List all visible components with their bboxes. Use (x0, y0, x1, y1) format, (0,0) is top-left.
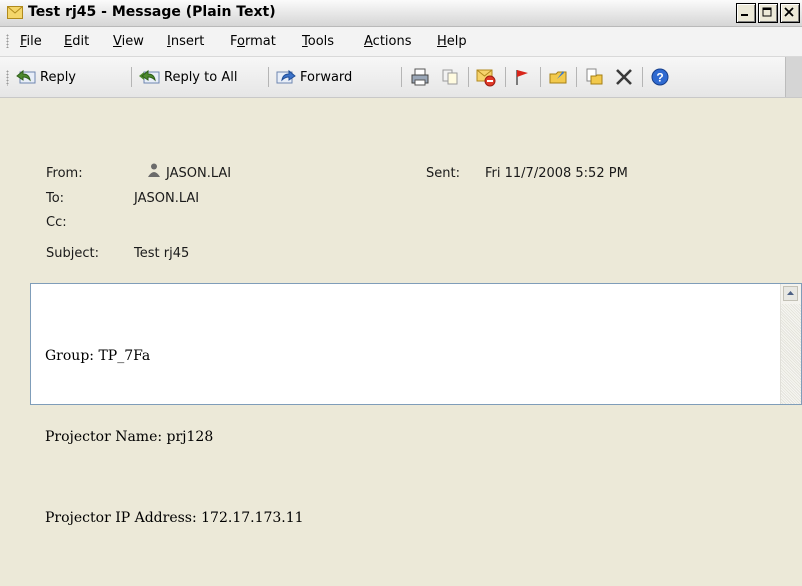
svg-text:?: ? (656, 71, 663, 85)
forward-label: Forward (300, 69, 353, 85)
person-icon (148, 163, 160, 177)
minimize-icon (741, 14, 748, 16)
menu-insert[interactable]: Insert (167, 34, 204, 49)
menu-view[interactable]: View (113, 34, 144, 49)
menu-help[interactable]: Help (437, 34, 467, 49)
message-header: From: JASON.LAI Sent: Fri 11/7/2008 5:52… (0, 98, 802, 276)
subject-value: Test rj45 (134, 246, 190, 261)
toolbar-separator (540, 67, 541, 87)
menu-format[interactable]: Format (230, 34, 276, 49)
flag-icon[interactable] (512, 67, 532, 87)
sent-label: Sent: (426, 166, 460, 181)
standard-toolbar: Reply Reply to All Forward ? (0, 57, 802, 98)
envelope-icon (7, 6, 23, 19)
message-body[interactable]: Group: TP_7Fa Projector Name: prj128 Pro… (30, 283, 802, 526)
menu-tools[interactable]: Tools (302, 34, 334, 49)
forward-button[interactable]: Forward (276, 66, 352, 88)
subject-label: Subject: (46, 246, 99, 261)
close-icon (784, 7, 794, 17)
maximize-icon (762, 7, 772, 17)
to-label: To: (46, 191, 65, 206)
cc-label: Cc: (46, 215, 67, 230)
help-icon[interactable]: ? (650, 67, 670, 87)
body-text[interactable]: Group: TP_7Fa Projector Name: prj128 Pro… (45, 289, 304, 586)
toolbar-separator (268, 67, 269, 87)
toolbar-separator (468, 67, 469, 87)
move-icon[interactable] (548, 67, 568, 87)
maximize-button[interactable] (758, 3, 778, 23)
title-bar: Test rj45 - Message (Plain Text) (0, 0, 802, 27)
forward-icon (276, 69, 296, 84)
reply-icon (16, 69, 36, 84)
body-line: Projector IP Address: 172.17.173.11 (45, 510, 304, 526)
toolbar-separator (642, 67, 643, 87)
reply-button[interactable]: Reply (16, 66, 76, 88)
copy-icon[interactable] (440, 67, 460, 87)
menu-grip (6, 34, 9, 48)
scroll-up-arrow-icon (787, 291, 794, 295)
reply-all-icon (139, 69, 160, 84)
body-line: Group: TP_7Fa (45, 348, 151, 364)
from-label: From: (46, 166, 83, 181)
toolbar-separator (131, 67, 132, 87)
scroll-track[interactable] (781, 304, 801, 404)
window-title: Test rj45 - Message (Plain Text) (28, 4, 276, 20)
to-value[interactable]: JASON.LAI (134, 191, 199, 206)
delete-mark-icon[interactable] (476, 67, 496, 87)
menu-edit[interactable]: Edit (64, 34, 89, 49)
menu-actions[interactable]: Actions (364, 34, 412, 49)
toolbar-separator (401, 67, 402, 87)
delete-x-icon[interactable] (614, 67, 634, 87)
toolbar-overflow-button[interactable] (785, 57, 802, 97)
copy-to-folder-icon[interactable] (584, 67, 604, 87)
menu-bar: File Edit View Insert Format Tools Actio… (0, 27, 802, 57)
body-line: Projector Name: prj128 (45, 429, 214, 445)
vertical-scrollbar[interactable] (780, 284, 801, 404)
reply-all-button[interactable]: Reply to All (138, 66, 237, 88)
toolbar-separator (576, 67, 577, 87)
from-value[interactable]: JASON.LAI (166, 166, 231, 181)
sent-value: Fri 11/7/2008 5:52 PM (485, 166, 628, 181)
minimize-button[interactable] (736, 3, 756, 23)
toolbar-grip (6, 70, 9, 86)
menu-file[interactable]: File (20, 34, 42, 49)
close-button[interactable] (780, 3, 800, 23)
scroll-up-button[interactable] (783, 286, 798, 301)
reply-label: Reply (40, 69, 77, 85)
print-icon[interactable] (410, 67, 430, 87)
toolbar-separator (505, 67, 506, 87)
reply-all-label: Reply to All (164, 69, 238, 85)
